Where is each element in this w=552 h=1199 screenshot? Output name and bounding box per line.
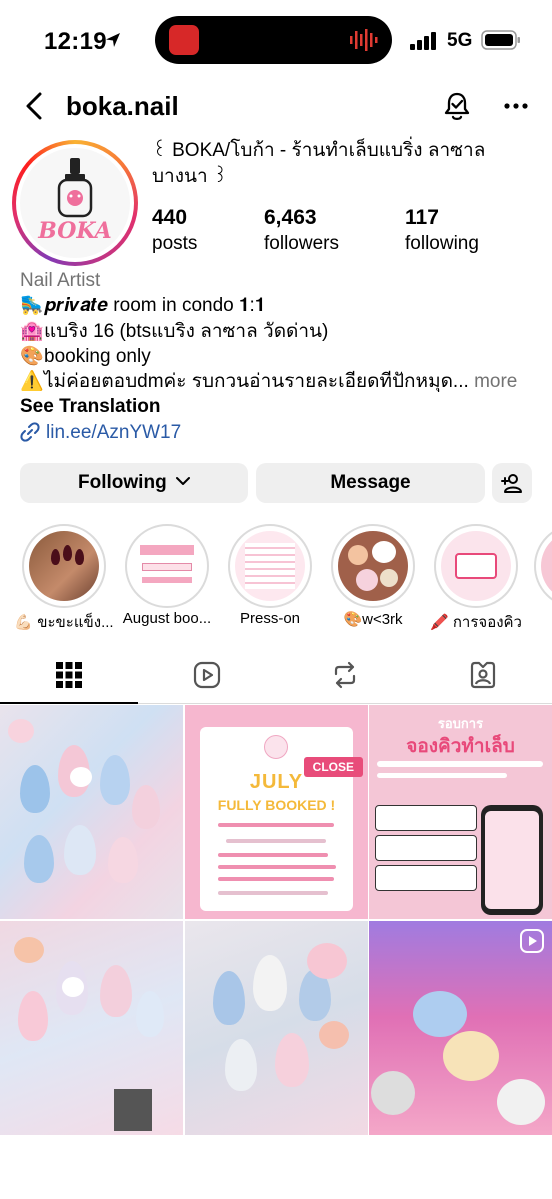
message-button[interactable]: Message	[256, 463, 485, 503]
link-chain-icon	[20, 422, 40, 442]
bio-line: 🏩แบริ่ง 16 (btsแบริ่ง ลาซาล วัดด่าน)	[20, 320, 540, 344]
audio-wave-icon	[350, 29, 378, 51]
stat-label: posts	[152, 233, 198, 254]
stat-value: 6,463	[264, 206, 317, 229]
post-tile[interactable]: รอบการ จองคิวทำเล็บ	[369, 705, 552, 919]
see-translation-link[interactable]: See Translation	[20, 396, 160, 418]
post-tile[interactable]: CLOSE JULY FULLY BOOKED !	[185, 705, 368, 919]
stat-posts[interactable]: 440 posts	[152, 206, 197, 255]
notification-bell-icon[interactable]	[442, 90, 472, 122]
bio-text: แบริ่ง 16 (btsแบริ่ง ลาซาล วัดด่าน)	[44, 321, 329, 342]
warning-icon: ⚠️	[20, 371, 44, 392]
recording-app-icon	[169, 25, 199, 55]
post-tile[interactable]	[369, 921, 552, 1135]
profile-stats: 440 posts 6,463 followers 117 following	[152, 206, 544, 260]
dynamic-island	[155, 16, 392, 64]
profile-link[interactable]: lin.ee/AznYW17	[20, 422, 181, 444]
stat-following[interactable]: 117 following	[405, 206, 479, 255]
profile-full-name: ꒰ BOKA/โบก้า - ร้านทำเล็บแบริ่ง ลาซาล บา…	[152, 140, 486, 187]
avatar: BOKA	[20, 148, 130, 258]
profile-category: Nail Artist	[20, 270, 101, 291]
add-person-icon	[501, 474, 522, 493]
poster-title: JULY	[249, 771, 304, 793]
stat-label: following	[405, 233, 479, 254]
phone-mockup	[481, 805, 543, 915]
post-tile[interactable]	[185, 921, 368, 1135]
back-icon[interactable]	[22, 90, 48, 122]
repost-icon	[334, 661, 356, 689]
network-type: 5G	[447, 30, 473, 51]
username: boka.nail	[66, 91, 179, 121]
avatar-story-ring[interactable]: BOKA	[12, 140, 138, 266]
profile-tabs	[0, 650, 552, 704]
bio-text: booking only	[44, 346, 151, 367]
stat-value: 440	[152, 206, 188, 229]
booking-title-big: จองคิวทำเล็บ	[406, 736, 515, 757]
profile-header: boka.nail	[0, 80, 552, 134]
status-bar: 12:19 5G	[0, 0, 552, 80]
bio-text: ไม่ค่อยตอบdmค่ะ รบกวนอ่านรายละเอียดที่ปั…	[44, 371, 469, 392]
highlight-label: Press-on	[239, 610, 301, 627]
location-arrow-icon	[106, 33, 120, 47]
reel-play-icon	[520, 929, 544, 953]
palette-icon: 🎨	[20, 346, 44, 367]
avatar-logo-text: BOKA	[38, 218, 112, 244]
bio-line: 🛼𝒑𝒓𝒊𝒗𝒂𝒕𝒆 room in condo 𝟏:𝟏	[20, 294, 540, 318]
highlight-label: 🎨w<3rk	[343, 611, 403, 628]
tagged-person-icon	[470, 661, 496, 689]
boka-logo-icon	[264, 735, 288, 759]
profile-link-text: lin.ee/AznYW17	[46, 422, 182, 443]
stat-label: followers	[264, 233, 339, 254]
chevron-down-icon	[175, 477, 190, 485]
fully-booked-poster: CLOSE JULY FULLY BOOKED !	[200, 727, 363, 911]
story-highlights: 💪🏻 ขะขะแข็ง... August boo... Press-on 🎨w…	[0, 524, 552, 634]
bio-more-link[interactable]: more	[474, 371, 517, 392]
stat-followers[interactable]: 6,463 followers	[264, 206, 339, 255]
battery-icon	[481, 30, 520, 50]
suggested-users-button[interactable]	[492, 463, 532, 503]
tab-tagged[interactable]	[414, 650, 552, 704]
tab-posts-grid[interactable]	[0, 650, 138, 704]
highlight-label: August boo...	[122, 610, 212, 627]
following-button[interactable]: Following	[20, 463, 248, 503]
more-options-icon[interactable]	[503, 94, 529, 118]
stat-value: 117	[405, 206, 439, 229]
bio-text: 𝒑𝒓𝒊𝒗𝒂𝒕𝒆 room in condo 𝟏:𝟏	[44, 295, 266, 316]
post-tile[interactable]	[0, 921, 183, 1135]
love-hotel-icon: 🏩	[20, 321, 44, 342]
highlight-label: 🖍️ การจองคิว	[430, 614, 522, 631]
highlight-label: 🍎	[524, 610, 552, 628]
tab-reposts[interactable]	[276, 650, 414, 704]
posts-grid: CLOSE JULY FULLY BOOKED ! รอบการ จองคิวท…	[0, 705, 552, 1199]
tab-reels[interactable]	[138, 650, 276, 704]
post-tile[interactable]	[0, 705, 183, 919]
roller-skate-icon: 🛼	[20, 295, 44, 316]
reels-play-icon	[193, 661, 221, 689]
poster-subtitle: FULLY BOOKED !	[217, 797, 336, 813]
bio-line: ⚠️ไม่ค่อยตอบdmค่ะ รบกวนอ่านรายละเอียดที่…	[20, 370, 540, 394]
cellular-signal-icon	[410, 32, 436, 50]
following-button-label: Following	[78, 472, 167, 493]
clock: 12:19	[44, 28, 107, 55]
highlight-label: 💪🏻 ขะขะแข็ง...	[14, 614, 114, 631]
grid-icon	[56, 662, 82, 688]
bio-line: 🎨booking only	[20, 345, 540, 369]
